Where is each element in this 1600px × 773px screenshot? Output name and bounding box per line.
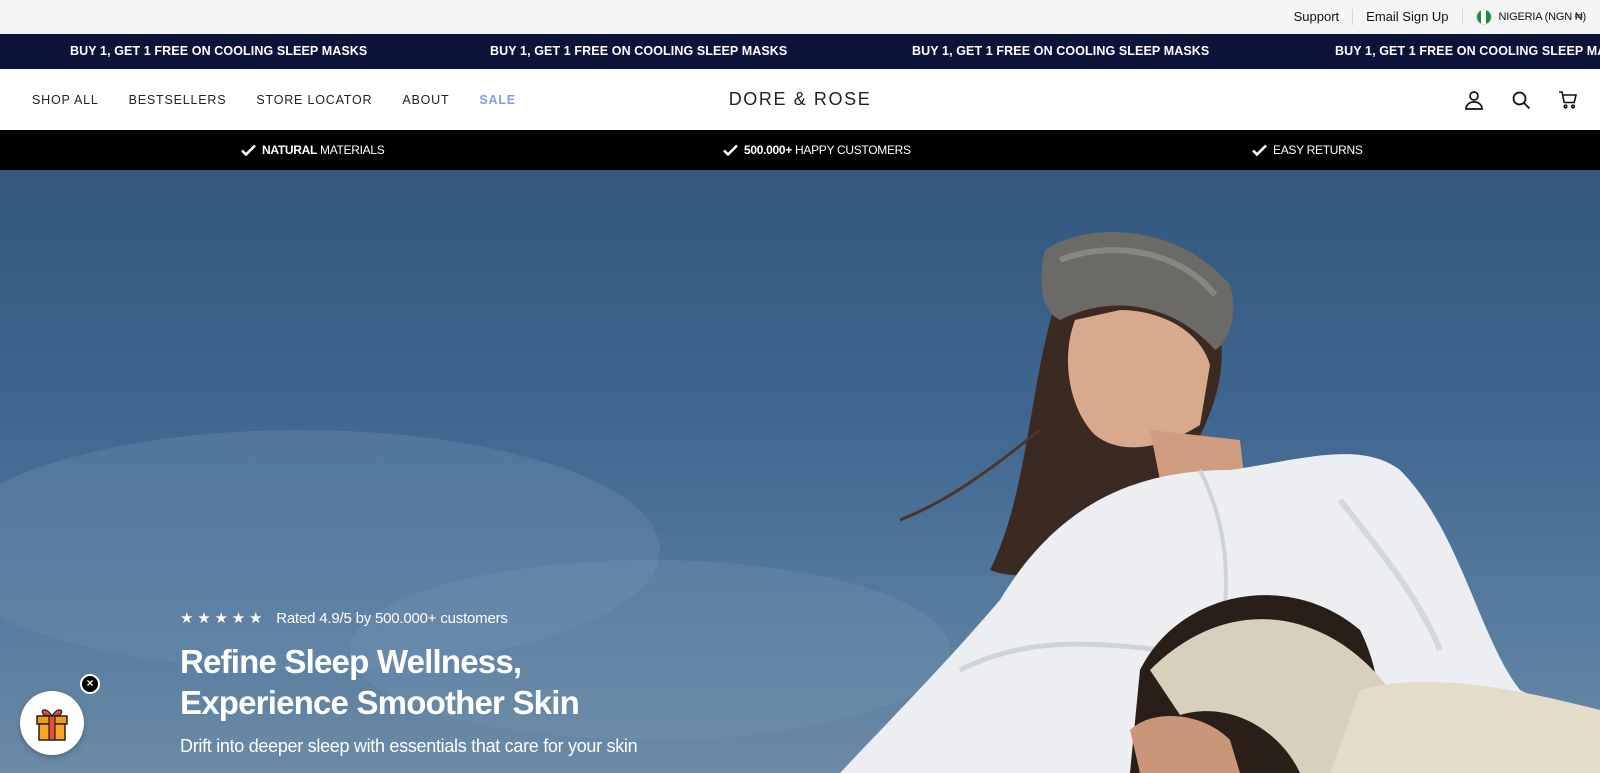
- usp-text: EASY RETURNS: [1273, 143, 1363, 157]
- hero-title: Refine Sleep Wellness, Experience Smooth…: [180, 641, 700, 723]
- utility-bar: Support Email Sign Up NIGERIA (NGN ₦): [0, 0, 1600, 34]
- site-header: SHOP ALL BESTSELLERS STORE LOCATOR ABOUT…: [0, 69, 1600, 130]
- usp-bold: 500.000+: [744, 143, 792, 157]
- announcement-message[interactable]: BUY 1, GET 1 FREE ON COOLING SLEEP MASKS: [1335, 34, 1600, 69]
- checkmark-icon: [241, 144, 256, 156]
- usp-text: MATERIALS: [320, 143, 385, 157]
- usp-bold: NATURAL: [262, 143, 317, 157]
- nav-store-locator[interactable]: STORE LOCATOR: [256, 93, 372, 107]
- star-icon: ★: [249, 610, 263, 627]
- account-icon[interactable]: [1462, 88, 1486, 112]
- usp-bar: NATURAL MATERIALS 500.000+ HAPPY CUSTOMERS…: [0, 130, 1600, 170]
- announcement-message[interactable]: BUY 1, GET 1 FREE ON COOLING SLEEP MASKS: [490, 34, 787, 69]
- nav-about[interactable]: ABOUT: [402, 93, 449, 107]
- nav-sale[interactable]: SALE: [479, 93, 516, 107]
- header-icons: [1439, 69, 1580, 130]
- gift-close-icon[interactable]: ×: [80, 674, 100, 694]
- rating-stars: ★ ★ ★ ★ ★: [180, 611, 266, 626]
- nav-bestsellers[interactable]: BESTSELLERS: [129, 93, 227, 107]
- star-icon: ★: [197, 610, 211, 627]
- usp-natural-materials: NATURAL MATERIALS: [241, 130, 385, 170]
- gift-icon: [36, 709, 68, 741]
- gift-widget-button[interactable]: [20, 691, 84, 755]
- star-icon: ★: [180, 610, 194, 627]
- checkmark-icon: [723, 144, 738, 156]
- star-icon: ★: [231, 610, 245, 627]
- hero-subtitle: Drift into deeper sleep with essentials …: [180, 736, 638, 756]
- support-link[interactable]: Support: [1281, 9, 1354, 25]
- rating-text: Rated 4.9/5 by 500.000+ customers: [276, 610, 508, 627]
- announcement-bar: BUY 1, GET 1 FREE ON COOLING SLEEP MASKS…: [0, 34, 1600, 69]
- email-signup-link[interactable]: Email Sign Up: [1353, 9, 1463, 25]
- usp-easy-returns: EASY RETURNS: [1252, 130, 1363, 170]
- hero-content: ★ ★ ★ ★ ★ Rated 4.9/5 by 500.000+ custom…: [180, 610, 700, 760]
- search-icon[interactable]: [1509, 88, 1533, 112]
- rating-row: ★ ★ ★ ★ ★ Rated 4.9/5 by 500.000+ custom…: [180, 610, 700, 627]
- hero-banner[interactable]: ★ ★ ★ ★ ★ Rated 4.9/5 by 500.000+ custom…: [0, 170, 1600, 773]
- hero-title-line1: Refine Sleep Wellness,: [180, 643, 522, 680]
- hero-title-line2: Experience Smoother Skin: [180, 684, 580, 721]
- announcement-message[interactable]: BUY 1, GET 1 FREE ON COOLING SLEEP MASKS: [70, 34, 367, 69]
- region-selector[interactable]: NIGERIA (NGN ₦): [1463, 9, 1586, 25]
- announcement-message[interactable]: BUY 1, GET 1 FREE ON COOLING SLEEP MASKS: [912, 34, 1209, 69]
- main-nav: SHOP ALL BESTSELLERS STORE LOCATOR ABOUT…: [32, 69, 546, 130]
- usp-happy-customers: 500.000+ HAPPY CUSTOMERS: [723, 130, 911, 170]
- nav-shop-all[interactable]: SHOP ALL: [32, 93, 99, 107]
- usp-text: HAPPY CUSTOMERS: [795, 143, 911, 157]
- checkmark-icon: [1252, 144, 1267, 156]
- cart-icon[interactable]: [1556, 88, 1580, 112]
- nigeria-flag-icon: [1475, 9, 1492, 25]
- star-icon: ★: [214, 610, 228, 627]
- region-label: NIGERIA (NGN ₦): [1498, 11, 1587, 23]
